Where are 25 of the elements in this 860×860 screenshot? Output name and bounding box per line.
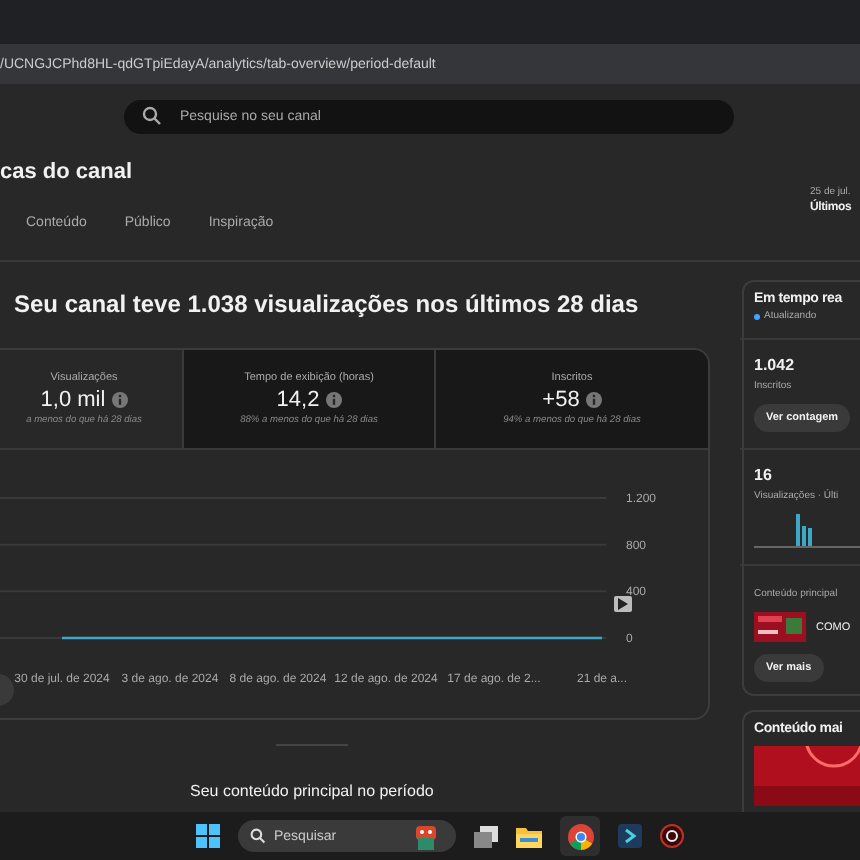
search-icon [142, 106, 162, 126]
page-title: cas do canal [0, 160, 135, 184]
metric-value: 14,2 [276, 388, 320, 412]
task-view-icon[interactable] [474, 825, 498, 847]
folder-icon[interactable] [516, 825, 542, 847]
metric-value: 1,0 mil [40, 388, 106, 412]
headline: Seu canal teve 1.038 visualizações nos últimos 28 dias [14, 290, 641, 318]
windows-icon[interactable] [196, 824, 220, 848]
metric-value: +58 [542, 388, 580, 412]
mini-bar-drawing [754, 508, 860, 548]
subscriber-count: 1.042 [754, 356, 795, 374]
app-icon[interactable] [618, 824, 642, 848]
video-thumbnail [754, 612, 806, 642]
record-icon[interactable] [660, 824, 684, 848]
section-heading: Seu conteúdo principal no período [190, 782, 436, 800]
info-icon [585, 392, 602, 408]
play-button[interactable] [614, 596, 632, 612]
info-icon [111, 392, 128, 408]
search-icon [250, 828, 266, 844]
robot-icon [412, 823, 440, 849]
browser-icon[interactable] [567, 823, 593, 849]
live-dot-icon [754, 313, 760, 319]
play-icon [618, 598, 628, 610]
view-count: 16 [754, 466, 772, 484]
info-icon [325, 392, 342, 408]
